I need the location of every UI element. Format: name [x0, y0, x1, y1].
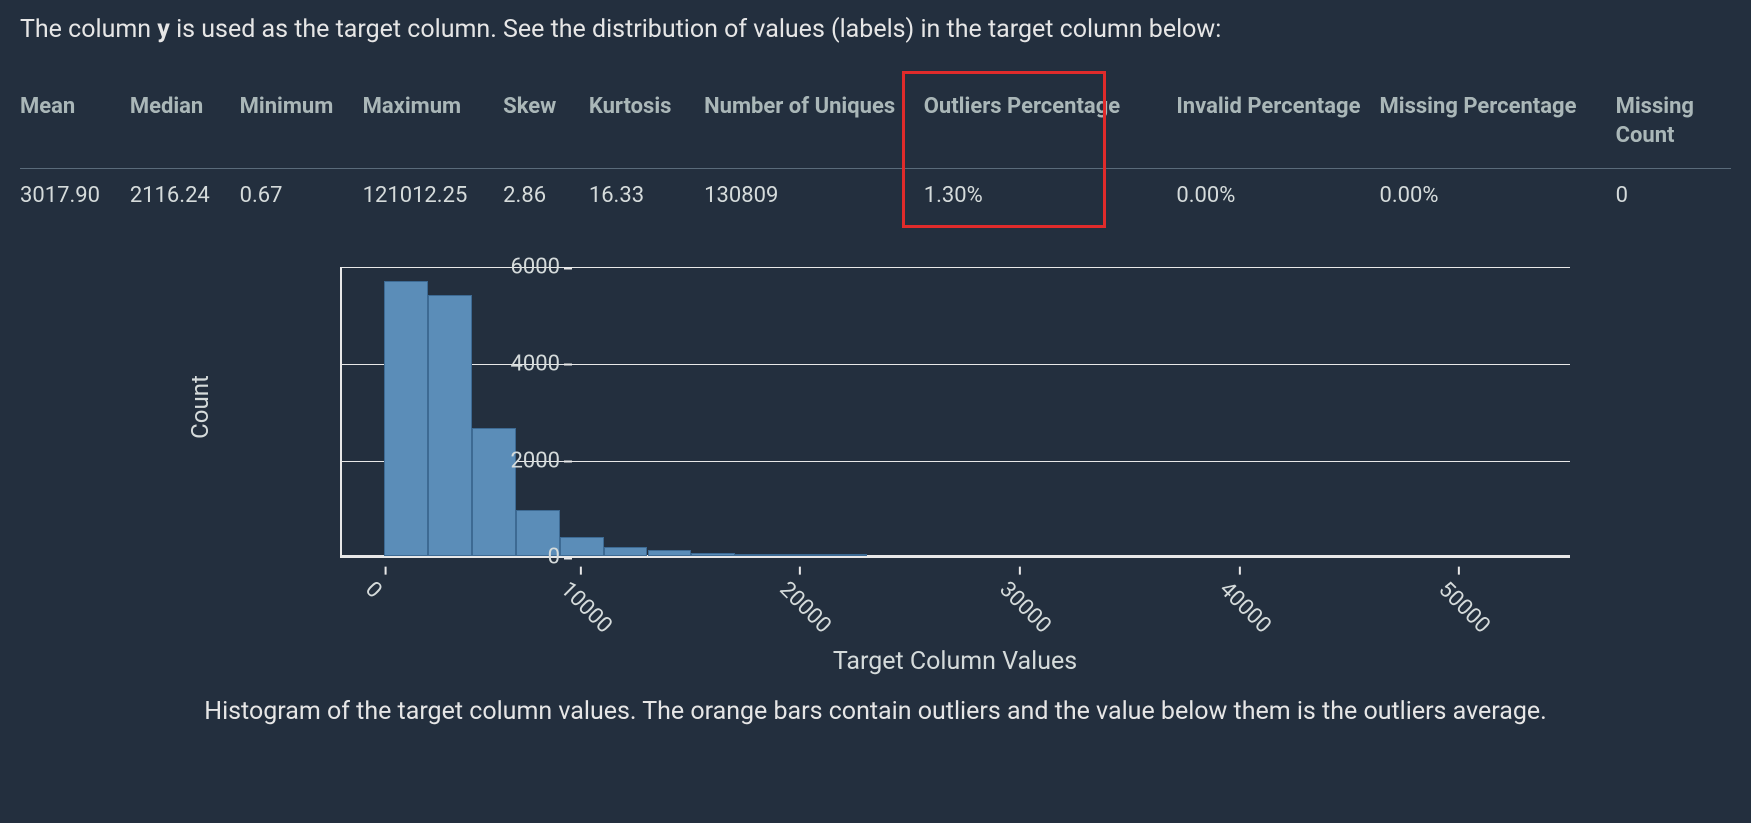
histogram-bar: [560, 537, 604, 556]
intro-prefix: The column: [20, 15, 157, 44]
histogram-bar: [604, 547, 648, 557]
stats-header: Maximum: [363, 87, 504, 169]
stats-header: Skew: [503, 87, 589, 169]
x-tick-label: 0: [360, 577, 386, 603]
histogram-bar: [691, 553, 735, 556]
stats-header: Missing Count: [1616, 87, 1731, 169]
stats-header: Missing Percentage: [1379, 87, 1615, 169]
stats-table: Mean Median Minimum Maximum Skew Kurtosi…: [20, 87, 1731, 222]
stats-table-wrap: Mean Median Minimum Maximum Skew Kurtosi…: [20, 87, 1731, 222]
histogram-bar: [779, 554, 823, 556]
stats-header: Kurtosis: [589, 87, 704, 169]
histogram-bar: [428, 295, 472, 556]
stats-value: 1.30%: [924, 169, 1177, 223]
x-tick-label: 10000: [555, 577, 616, 638]
y-axis-label: Count: [186, 375, 214, 439]
stats-header: Number of Uniques: [704, 87, 924, 169]
stats-value: 0.00%: [1176, 169, 1379, 223]
stats-value: 2116.24: [130, 169, 240, 223]
stats-header: Median: [130, 87, 240, 169]
y-tick-label: 0: [490, 545, 560, 570]
x-tick-label: 20000: [775, 577, 836, 638]
stats-value: 0.00%: [1379, 169, 1615, 223]
plot-area: [340, 267, 1570, 557]
intro-suffix: is used as the target column. See the di…: [170, 15, 1221, 44]
stats-value: 0.67: [240, 169, 363, 223]
stats-value: 121012.25: [363, 169, 504, 223]
x-tick-label: 40000: [1214, 577, 1275, 638]
histogram-bar: [823, 554, 867, 556]
stats-value-row: 3017.90 2116.24 0.67 121012.25 2.86 16.3…: [20, 169, 1731, 223]
histogram-bar: [735, 554, 779, 556]
histogram-chart: Count Target Column Values 0 2000 4000 6000…: [185, 257, 1645, 687]
y-axis-line: [340, 267, 342, 557]
stats-value: 0: [1616, 169, 1731, 223]
intro-col: y: [157, 15, 170, 44]
y-tick-label: 4000: [490, 351, 560, 376]
histogram-bar: [384, 281, 428, 557]
stats-header-row: Mean Median Minimum Maximum Skew Kurtosi…: [20, 87, 1731, 169]
histogram-bar: [648, 550, 692, 556]
y-tick-label: 6000: [490, 255, 560, 280]
stats-header: Outliers Percentage: [924, 87, 1177, 169]
stats-header: Mean: [20, 87, 130, 169]
x-axis-label: Target Column Values: [833, 647, 1077, 676]
intro-text: The column y is used as the target colum…: [20, 12, 1731, 47]
stats-header: Invalid Percentage: [1176, 87, 1379, 169]
stats-value: 2.86: [503, 169, 589, 223]
stats-value: 3017.90: [20, 169, 130, 223]
x-tick-label: 50000: [1434, 577, 1495, 638]
y-tick-label: 2000: [490, 448, 560, 473]
x-tick-label: 30000: [994, 577, 1055, 638]
stats-value: 16.33: [589, 169, 704, 223]
stats-header: Minimum: [240, 87, 363, 169]
stats-value: 130809: [704, 169, 924, 223]
chart-caption: Histogram of the target column values. T…: [20, 697, 1731, 726]
